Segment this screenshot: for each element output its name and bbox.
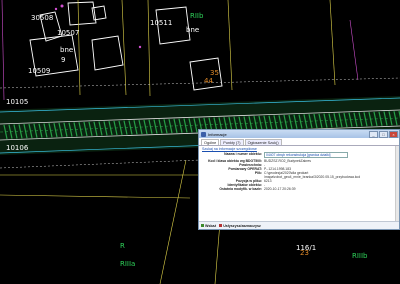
map-label: 30508 xyxy=(31,14,53,22)
row-value: 2020-10-17 20:26:39 xyxy=(264,187,296,191)
table-row: Nazwa i numer obiektu: 04407 obręb rekons… xyxy=(199,152,399,159)
dialog-tabs: Ogólne Punkty (7) Ogłoszenie Szuk() xyxy=(199,139,399,146)
pointer-icon xyxy=(201,224,204,228)
map-label: 10105 xyxy=(6,98,28,106)
table-row: Ostatnia modyfik. w bazie: 2020-10-17 20:… xyxy=(199,187,399,191)
map-label: 23 xyxy=(300,249,309,257)
dialog-title: Informacje xyxy=(208,131,227,137)
dialog-statusbar: Wskaż Usłyszysz/zaznaczysz xyxy=(199,221,399,229)
properties-table: Nazwa i numer obiektu: 04407 obręb rekons… xyxy=(199,152,399,191)
map-label: 35 xyxy=(210,69,219,77)
map-label: bne xyxy=(60,46,73,54)
dialog-titlebar[interactable]: Informacje _ □ × xyxy=(199,130,399,138)
row-value: 04407 obręb rekonstrukcja [granica dział… xyxy=(263,152,399,159)
row-key: Ostatnia modyfik. w bazie: xyxy=(219,187,262,191)
scrollbar[interactable] xyxy=(395,146,399,222)
status-left[interactable]: Wskaż xyxy=(201,224,216,228)
map-label: RIIIa xyxy=(120,260,135,268)
info-dialog[interactable]: Informacje _ □ × Ogólne Punkty (7) Ogłos… xyxy=(198,129,400,230)
map-label: RIIIb xyxy=(352,252,368,260)
map-label: R xyxy=(120,242,125,250)
map-label: 9 xyxy=(61,56,65,64)
magenta-markers xyxy=(54,4,142,49)
boundary-lines xyxy=(1,0,359,101)
tab-general[interactable]: Ogólne xyxy=(201,139,220,145)
tab-points[interactable]: Punkty (7) xyxy=(220,139,244,145)
map-label: 10511 xyxy=(150,19,172,27)
close-button[interactable]: × xyxy=(389,131,398,138)
map-label: 10106 xyxy=(6,144,29,152)
maximize-button[interactable]: □ xyxy=(379,131,388,138)
map-label: 10507 xyxy=(57,29,79,37)
map-label: RIIb xyxy=(190,12,204,20)
minimize-button[interactable]: _ xyxy=(369,131,378,138)
select-icon xyxy=(219,224,223,228)
tab-search[interactable]: Ogłoszenie Szuk() xyxy=(244,139,282,145)
map-label: bne xyxy=(186,26,199,34)
object-name-field[interactable]: 04407 obręb rekonstrukcja [granica dział… xyxy=(264,152,348,158)
row-key: Nazwa i numer obiektu: xyxy=(224,152,262,156)
status-right[interactable]: Usłyszysz/zaznaczysz xyxy=(219,224,261,228)
map-label: 44 xyxy=(204,77,213,85)
dialog-content: Szukaj na informacje szczegółowe Nazwa i… xyxy=(199,146,399,222)
object-name-link[interactable]: 04407 obręb rekonstrukcja [granica dział… xyxy=(266,153,330,157)
info-icon xyxy=(201,131,206,137)
map-label: 10509 xyxy=(28,67,50,75)
